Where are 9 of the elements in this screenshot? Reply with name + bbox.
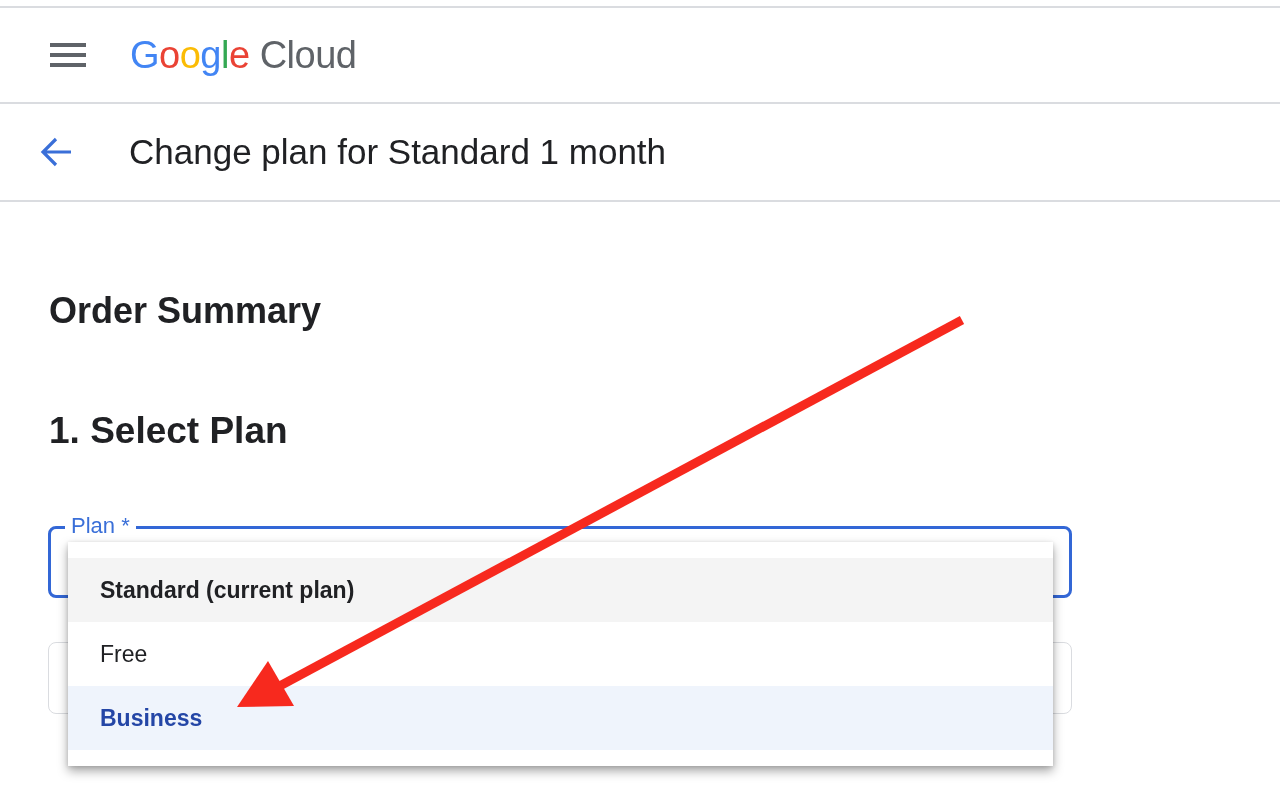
step-heading: 1. Select Plan [48,409,288,452]
back-arrow-icon [40,137,72,167]
page-title: Change plan for Standard 1 month [129,131,667,173]
menu-option[interactable]: Standard (current plan) [68,558,1053,622]
menu-icon [50,43,86,67]
section-heading: Order Summary [48,289,322,332]
menu-option[interactable]: Free [68,622,1053,686]
menu-option[interactable]: Business [68,686,1053,750]
google-cloud-logo[interactable]: Google Cloud [130,36,357,74]
